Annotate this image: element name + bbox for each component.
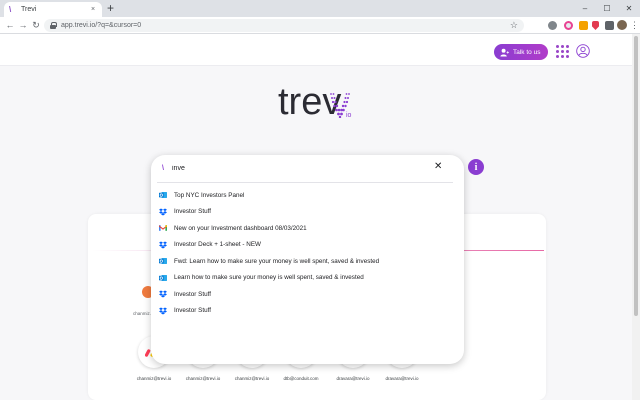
- extension-icon[interactable]: [548, 21, 557, 30]
- minimize-button[interactable]: –: [574, 0, 596, 17]
- back-button[interactable]: ←: [3, 18, 17, 32]
- search-result-item[interactable]: Investor Stuff: [159, 286, 449, 303]
- lock-icon: [50, 22, 57, 29]
- search-result-label: Investor Stuff: [174, 307, 211, 315]
- forward-button[interactable]: →: [16, 18, 30, 32]
- tab-close-icon[interactable]: ×: [89, 6, 97, 13]
- search-result-item[interactable]: Fwd: Learn how to make sure your money i…: [159, 253, 449, 270]
- trevi-favicon-icon: \: [9, 5, 12, 14]
- search-result-item[interactable]: Investor Stuff: [159, 303, 449, 320]
- app-account-label: dtb@conduit.com: [283, 376, 319, 381]
- app-account-label: chanmiz@trevi.io: [136, 376, 172, 381]
- logo-suffix: io: [346, 112, 352, 119]
- search-result-item[interactable]: Top NYC Investors Panel: [159, 187, 449, 204]
- extension-icon[interactable]: [564, 21, 573, 30]
- search-result-label: Top NYC Investors Panel: [174, 191, 245, 199]
- trevi-page: Talk to us trev io i chanmiz... chanmiz@…: [0, 34, 632, 400]
- info-button[interactable]: i: [468, 159, 484, 175]
- talk-to-us-button[interactable]: Talk to us: [494, 44, 548, 60]
- address-url: app.trevi.io/?q=&cursor=0: [61, 22, 142, 29]
- puzzle-extensions-icon[interactable]: [605, 21, 614, 30]
- dropbox-icon: [159, 208, 167, 216]
- account-icon[interactable]: [576, 44, 590, 58]
- search-result-label: Investor Deck + 1-sheet - NEW: [174, 241, 261, 249]
- dropbox-icon: [159, 307, 167, 315]
- scrollbar-thumb[interactable]: [634, 36, 638, 316]
- address-bar[interactable]: app.trevi.io/?q=&cursor=0 ☆: [44, 19, 524, 32]
- dropbox-icon: [159, 290, 167, 298]
- clear-search-icon[interactable]: ✕: [434, 161, 442, 173]
- search-results-list: Top NYC Investors Panel Investor Stuff N…: [159, 187, 449, 319]
- profile-avatar[interactable]: [617, 20, 627, 30]
- search-result-item[interactable]: Learn how to make sure your money is wel…: [159, 270, 449, 287]
- search-result-label: New on your Investment dashboard 08/03/2…: [174, 224, 307, 232]
- app-account-label: chanmiz@trevi.io: [185, 376, 221, 381]
- maximize-button[interactable]: ☐: [596, 0, 618, 17]
- search-result-label: Learn how to make sure your money is wel…: [174, 274, 364, 282]
- extension-icon[interactable]: [579, 21, 588, 30]
- window-close-button[interactable]: ✕: [618, 0, 640, 17]
- apps-grid-icon[interactable]: [556, 45, 570, 59]
- search-input[interactable]: [172, 162, 412, 174]
- browser-tab-strip: \ Trevi × + – ☐ ✕: [0, 0, 640, 17]
- gmail-icon: [159, 225, 167, 232]
- search-result-item[interactable]: New on your Investment dashboard 08/03/2…: [159, 220, 449, 237]
- search-result-item[interactable]: Investor Deck + 1-sheet - NEW: [159, 237, 449, 254]
- pocket-extension-icon[interactable]: [592, 21, 599, 30]
- dropbox-icon: [159, 241, 167, 249]
- outlook-icon: [159, 274, 167, 281]
- app-account-label: dravara@trevi.io: [336, 376, 370, 381]
- outlook-icon: [159, 192, 167, 199]
- browser-tab-trevi[interactable]: \ Trevi ×: [4, 2, 102, 17]
- trevi-logo: trev io: [278, 82, 368, 128]
- tab-title: Trevi: [21, 6, 37, 13]
- search-divider: [157, 182, 453, 183]
- new-tab-button[interactable]: +: [107, 1, 114, 16]
- app-account-label: chanmiz@trevi.io: [234, 376, 270, 381]
- search-dropdown: \ ✕ Top NYC Investors Panel Investor Stu…: [151, 155, 464, 364]
- reload-button[interactable]: ↻: [29, 18, 43, 32]
- search-result-label: Fwd: Learn how to make sure your money i…: [174, 257, 380, 265]
- search-result-item[interactable]: Investor Stuff: [159, 204, 449, 221]
- bookmark-star-icon[interactable]: ☆: [510, 19, 518, 32]
- app-account-label: dravara@trevi.io: [385, 376, 419, 381]
- person-icon: [500, 48, 509, 57]
- browser-toolbar: ← → ↻ app.trevi.io/?q=&cursor=0 ☆ ⋮: [0, 17, 640, 34]
- outlook-icon: [159, 258, 167, 265]
- talk-to-us-label: Talk to us: [513, 48, 541, 56]
- browser-menu-icon[interactable]: ⋮: [630, 19, 639, 31]
- search-result-label: Investor Stuff: [174, 208, 211, 216]
- search-result-label: Investor Stuff: [174, 290, 211, 298]
- trevi-search-icon: \: [162, 165, 164, 172]
